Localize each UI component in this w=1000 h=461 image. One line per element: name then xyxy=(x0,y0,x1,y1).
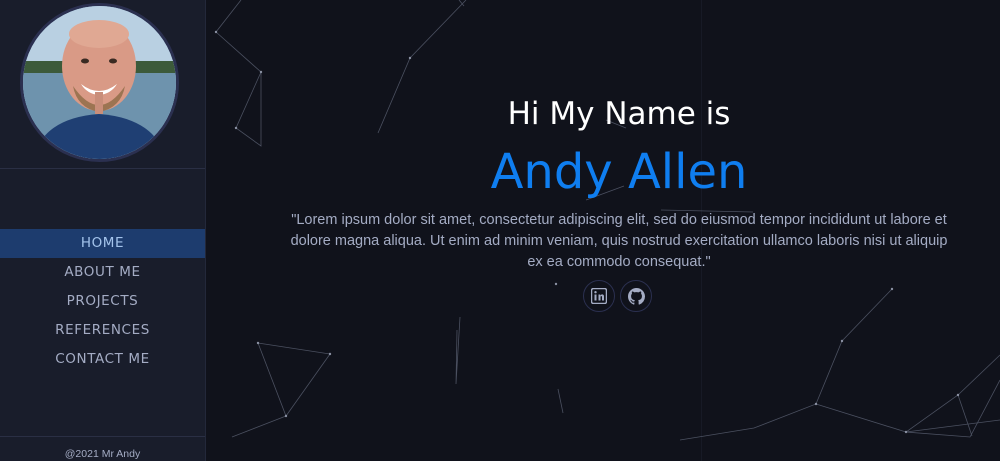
social-links xyxy=(583,280,652,312)
avatar-photo xyxy=(23,6,176,159)
nav-item-contact-me[interactable]: CONTACT ME xyxy=(0,345,205,374)
github-icon xyxy=(627,287,645,305)
linkedin-icon xyxy=(591,288,607,304)
nav-item-projects[interactable]: PROJECTS xyxy=(0,287,205,316)
avatar xyxy=(20,3,179,162)
linkedin-button[interactable] xyxy=(583,280,615,312)
github-button[interactable] xyxy=(620,280,652,312)
main-nav: HOME ABOUT ME PROJECTS REFERENCES CONTAC… xyxy=(0,229,205,374)
sidebar-divider xyxy=(0,168,205,169)
copyright-text: @2021 Mr Andy xyxy=(64,448,141,460)
hero-bio: "Lorem ipsum dolor sit amet, consectetur… xyxy=(290,212,948,270)
nav-item-home[interactable]: HOME xyxy=(0,229,205,258)
hero-greeting: Hi My Name is xyxy=(507,96,731,132)
nav-item-references[interactable]: REFERENCES xyxy=(0,316,205,345)
hero-name: Andy Allen xyxy=(490,144,748,200)
nav-item-about-me[interactable]: ABOUT ME xyxy=(0,258,205,287)
sidebar: HOME ABOUT ME PROJECTS REFERENCES CONTAC… xyxy=(0,0,206,461)
footer-divider xyxy=(0,436,205,437)
